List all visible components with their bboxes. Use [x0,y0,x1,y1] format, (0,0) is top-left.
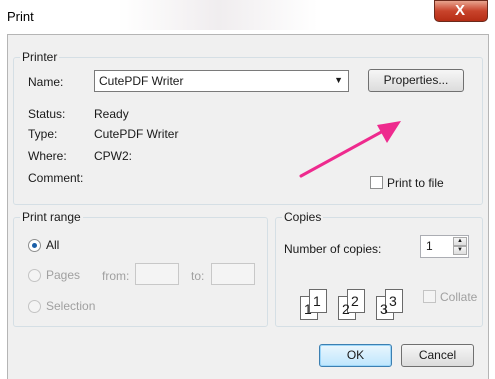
page-number: 2 [351,293,359,309]
copies-spinner[interactable]: ▲ ▼ [453,237,467,256]
print-range-legend: Print range [20,210,83,224]
dialog-body: Printer Name: CutePDF Writer ▼ Propertie… [7,34,489,379]
title-bar[interactable]: Print X [0,0,495,34]
type-label: Type: [28,127,58,141]
window-title: Print [7,9,34,24]
printer-name-select[interactable]: CutePDF Writer ▼ [94,70,349,92]
to-label: to: [191,269,205,283]
spin-down-icon[interactable]: ▼ [453,246,467,255]
printer-legend: Printer [20,50,60,64]
type-value: CutePDF Writer [94,127,179,141]
ok-button-label: OK [346,348,365,362]
from-label: from: [102,269,130,283]
printer-group: Printer Name: CutePDF Writer ▼ Propertie… [13,50,483,205]
spin-up-icon[interactable]: ▲ [453,237,467,246]
page-number: 1 [304,301,312,317]
range-selection-radio[interactable] [28,300,41,313]
cancel-button-label: Cancel [418,348,457,362]
range-pages-radio[interactable] [28,269,41,282]
range-selection-label[interactable]: Selection [46,299,95,313]
page-number: 3 [380,301,388,317]
status-value: Ready [94,107,129,121]
chevron-down-icon: ▼ [334,75,343,85]
page-number: 1 [313,293,321,309]
print-dialog: Print X Printer Name: CutePDF Writer ▼ P… [0,0,495,379]
page-number: 3 [389,293,397,309]
copies-legend: Copies [282,210,324,224]
where-label: Where: [28,149,67,163]
range-pages-label[interactable]: Pages [46,268,80,282]
title-bar-glass [118,0,318,30]
comment-label: Comment: [28,171,84,185]
collate-label[interactable]: Collate [440,290,477,304]
collate-checkbox[interactable] [423,290,436,303]
printer-name-value: CutePDF Writer [99,74,184,88]
status-label: Status: [28,107,66,121]
from-page-input[interactable] [135,263,179,285]
copies-group: Copies Number of copies: 1 ▲ ▼ 1 1 2 2 3… [275,210,483,327]
page-number: 2 [342,301,350,317]
print-range-group: Print range All Pages from: to: Selectio… [13,210,268,327]
to-page-input[interactable] [211,263,255,285]
range-all-radio[interactable] [28,239,41,252]
number-of-copies-input[interactable]: 1 ▲ ▼ [420,235,469,258]
range-all-label[interactable]: All [46,238,59,252]
where-value: CPW2: [94,149,133,163]
properties-button[interactable]: Properties... [368,69,464,92]
close-icon: X [455,2,466,19]
annotation-arrow-icon [299,121,401,178]
name-label: Name: [28,75,64,89]
number-of-copies-label: Number of copies: [284,242,382,256]
cancel-button[interactable]: Cancel [401,344,474,367]
number-of-copies-value: 1 [426,239,433,253]
ok-button[interactable]: OK [319,344,392,367]
close-button[interactable]: X [434,0,488,22]
properties-button-label: Properties... [383,73,449,87]
